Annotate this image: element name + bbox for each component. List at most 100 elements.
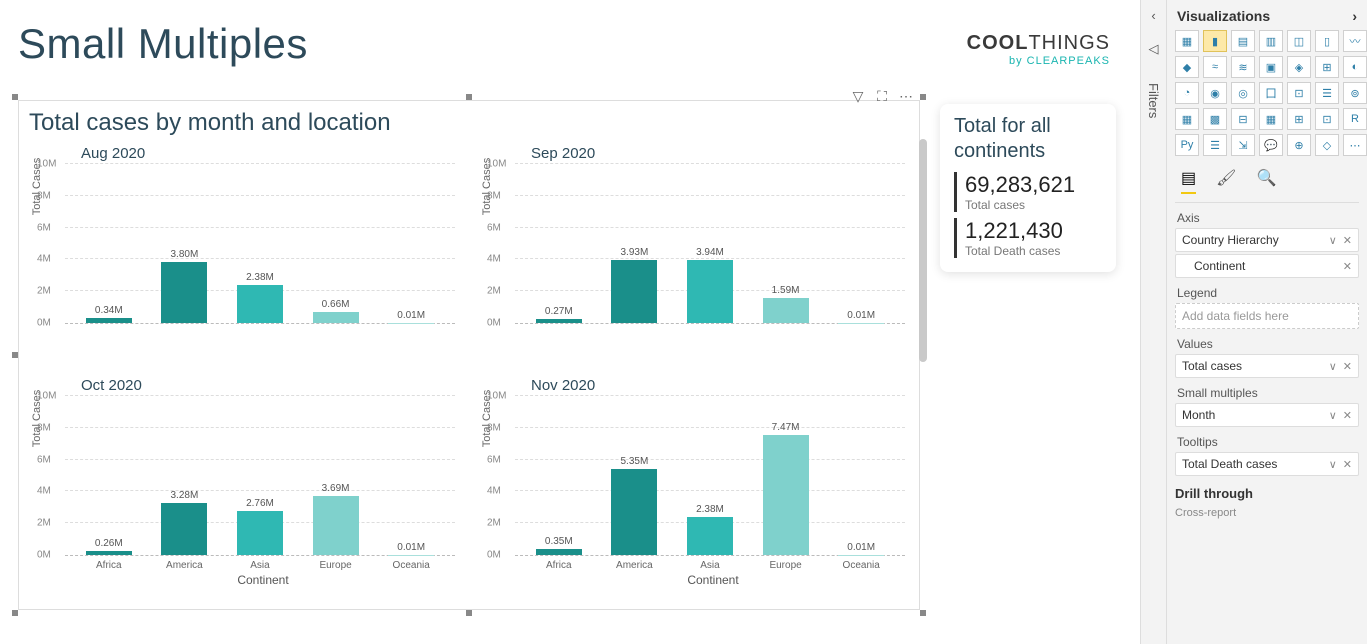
small-multiples-field-well[interactable]: Month ∨✕ [1175, 403, 1359, 427]
bar[interactable]: 0.27M [531, 306, 587, 323]
values-field-well[interactable]: Total cases ∨✕ [1175, 354, 1359, 378]
viz-type-icon[interactable]: ⊡ [1315, 108, 1339, 130]
viz-type-icon[interactable]: ≋ [1231, 56, 1255, 78]
viz-type-icon[interactable]: ⊕ [1287, 134, 1311, 156]
axis-sub-name: Continent [1194, 259, 1245, 273]
viz-type-icon[interactable]: ◐ [1343, 56, 1367, 78]
bar-rect [687, 260, 733, 323]
bar[interactable]: 0.35M [531, 536, 587, 555]
bar[interactable]: 3.94M [682, 247, 738, 323]
viz-type-icon[interactable]: ◔ [1175, 82, 1199, 104]
bar-data-label: 2.38M [696, 504, 724, 515]
bookmark-icon[interactable]: ◁ [1149, 41, 1159, 57]
viz-type-icon[interactable]: ◆ [1175, 56, 1199, 78]
remove-field-icon[interactable]: ✕ [1343, 409, 1352, 422]
viz-type-icon[interactable]: 囗 [1259, 82, 1283, 104]
viz-type-icon[interactable]: 〰 [1343, 30, 1367, 52]
more-options-icon[interactable]: ⋯ [897, 87, 915, 105]
chevron-down-icon[interactable]: ∨ [1329, 234, 1337, 247]
remove-field-icon[interactable]: ✕ [1343, 360, 1352, 373]
viz-type-icon[interactable]: ⊟ [1231, 108, 1255, 130]
viz-type-icon[interactable]: ◈ [1287, 56, 1311, 78]
viz-type-icon[interactable]: ⊡ [1287, 82, 1311, 104]
remove-field-icon[interactable]: ✕ [1343, 234, 1352, 247]
axis-field-well[interactable]: Country Hierarchy ∨✕ [1175, 228, 1359, 252]
bar-rect [237, 285, 283, 323]
bar[interactable]: 0.26M [81, 538, 137, 555]
bar-data-label: 0.35M [545, 536, 573, 547]
format-tab-icon[interactable]: 🖌 [1216, 168, 1236, 194]
viz-type-icon[interactable]: ⊞ [1287, 108, 1311, 130]
filters-pane-collapsed[interactable]: ‹ ◁ Filters [1140, 0, 1166, 644]
bar[interactable]: 7.47M [758, 422, 814, 555]
viz-type-icon[interactable]: ▯ [1315, 30, 1339, 52]
kpi-value: 1,221,430 [965, 218, 1102, 244]
bar[interactable]: 0.66M [308, 299, 364, 323]
viz-type-icon[interactable]: R [1343, 108, 1367, 130]
chart-visual[interactable]: ▽ ⛶ ⋯ Total cases by month and location … [18, 100, 920, 610]
chevron-left-icon[interactable]: ‹ [1151, 8, 1155, 23]
y-tick: 10M [37, 159, 56, 170]
focus-mode-icon[interactable]: ⛶ [873, 87, 891, 105]
report-canvas: Small Multiples COOLTHINGS by CLEARPEAKS… [0, 0, 1140, 644]
chevron-down-icon[interactable]: ∨ [1329, 458, 1337, 471]
viz-type-icon[interactable]: 💬 [1259, 134, 1283, 156]
viz-type-icon[interactable]: ▣ [1259, 56, 1283, 78]
scrollbar[interactable] [919, 139, 927, 362]
bar[interactable]: 0.01M [383, 310, 439, 323]
bar[interactable]: 0.34M [81, 305, 137, 323]
viz-type-icon[interactable]: ◉ [1203, 82, 1227, 104]
viz-type-icon[interactable]: ◇ [1315, 134, 1339, 156]
bar[interactable]: 3.69M [308, 483, 364, 555]
chevron-down-icon[interactable]: ∨ [1329, 409, 1337, 422]
viz-type-icon[interactable]: ▥ [1259, 30, 1283, 52]
filters-label[interactable]: Filters [1146, 83, 1161, 118]
viz-type-icon[interactable]: ▦ [1175, 108, 1199, 130]
viz-type-icon[interactable]: ◫ [1287, 30, 1311, 52]
bar[interactable]: 0.01M [833, 542, 889, 555]
viz-type-icon[interactable]: ▦ [1175, 30, 1199, 52]
viz-type-icon[interactable]: ⊞ [1315, 56, 1339, 78]
viz-type-icon[interactable]: ◎ [1231, 82, 1255, 104]
viz-type-icon[interactable]: ▩ [1203, 108, 1227, 130]
viz-type-icon[interactable]: ⋯ [1343, 134, 1367, 156]
remove-field-icon[interactable]: ✕ [1343, 260, 1352, 273]
viz-type-icon[interactable]: ☰ [1315, 82, 1339, 104]
y-tick: 6M [487, 454, 501, 465]
bar[interactable]: 5.35M [606, 456, 662, 555]
viz-type-icon[interactable]: ⊚ [1343, 82, 1367, 104]
bar[interactable]: 0.01M [833, 310, 889, 323]
viz-type-icon[interactable]: ⇲ [1231, 134, 1255, 156]
chevron-right-icon[interactable]: › [1352, 8, 1357, 24]
viz-type-icon[interactable]: ≈ [1203, 56, 1227, 78]
fields-tab-icon[interactable]: ▤ [1181, 168, 1196, 194]
bar-rect [313, 312, 359, 323]
viz-type-icon[interactable]: Py [1175, 134, 1199, 156]
bar[interactable]: 2.38M [232, 272, 288, 323]
bar-data-label: 0.34M [95, 305, 123, 316]
viz-type-icon[interactable]: ▤ [1231, 30, 1255, 52]
y-tick: 8M [487, 190, 501, 201]
panel-title: Oct 2020 [81, 377, 461, 394]
axis-hierarchy-level[interactable]: Continent ✕ [1175, 254, 1359, 278]
bar[interactable]: 2.76M [232, 498, 288, 555]
remove-field-icon[interactable]: ✕ [1343, 458, 1352, 471]
bar[interactable]: 3.93M [606, 247, 662, 323]
viz-type-icon[interactable]: ▦ [1259, 108, 1283, 130]
tooltips-field-well[interactable]: Total Death cases ∨✕ [1175, 452, 1359, 476]
bar-rect [86, 318, 132, 323]
analytics-tab-icon[interactable]: 🔍 [1256, 168, 1276, 194]
legend-field-well[interactable]: Add data fields here [1175, 303, 1359, 329]
chevron-down-icon[interactable]: ∨ [1329, 360, 1337, 373]
x-tick: Asia [682, 560, 738, 571]
bar[interactable]: 2.38M [682, 504, 738, 555]
viz-type-icon[interactable]: ▮ [1203, 30, 1227, 52]
bar[interactable]: 3.28M [156, 490, 212, 555]
bar[interactable]: 3.80M [156, 249, 212, 323]
bar[interactable]: 0.01M [383, 542, 439, 555]
viz-type-icon[interactable]: ☰ [1203, 134, 1227, 156]
visualizations-pane: Visualizations › ▦▮▤▥◫▯〰◆≈≋▣◈⊞◐◔◉◎囗⊡☰⊚▦▩… [1166, 0, 1367, 644]
bar[interactable]: 1.59M [758, 285, 814, 323]
filter-icon[interactable]: ▽ [849, 87, 867, 105]
kpi-card[interactable]: Total for all continents 69,283,621Total… [940, 104, 1116, 272]
